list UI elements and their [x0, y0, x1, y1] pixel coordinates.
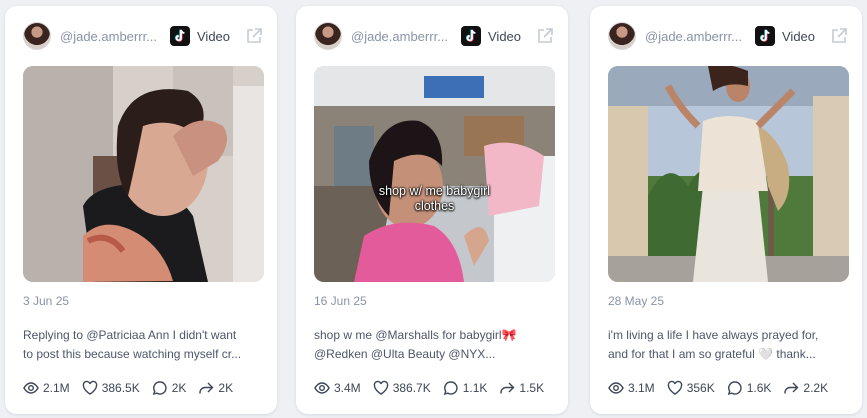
comments-stat: 1.1K	[443, 380, 488, 396]
post-card[interactable]: @jade.amberrr... Video 3 Jun 25 Replying…	[5, 6, 277, 414]
video-thumbnail[interactable]: shop w/ me babygirl clothes	[314, 66, 555, 282]
likes-stat: 386.7K	[373, 380, 431, 396]
post-card[interactable]: @jade.amberrr... Video shop w/ me babygi…	[296, 6, 568, 414]
caption-line: shop w me @Marshalls for babygirl🎀	[314, 328, 517, 342]
shares-count: 2.2K	[803, 381, 829, 395]
caption-line: and for that I am so grateful 🤍 thank...	[608, 347, 816, 361]
views-stat: 3.4M	[314, 380, 361, 396]
likes-stat: 386.5K	[82, 380, 140, 396]
caption-line: @Redken @Ulta Beauty @NYX...	[314, 347, 496, 361]
post-stats: 3.1M 356K 1.6K 2.2K	[608, 380, 840, 396]
share-icon	[199, 382, 214, 394]
external-link-icon[interactable]	[245, 27, 263, 45]
shares-count: 2K	[218, 381, 234, 395]
eye-icon	[608, 382, 624, 394]
caption-line: to post this because watching myself cr.…	[23, 347, 242, 361]
content-type-label: Video	[488, 28, 522, 44]
comments-stat: 2K	[152, 380, 187, 396]
tiktok-icon	[755, 26, 775, 46]
eye-icon	[314, 382, 330, 394]
external-link-icon[interactable]	[830, 27, 848, 45]
video-overlay-text: shop w/ me babygirl clothes	[378, 184, 491, 213]
heart-icon	[373, 380, 388, 395]
comments-count: 1.6K	[746, 381, 772, 395]
card-header: @jade.amberrr... Video	[608, 20, 848, 52]
post-card[interactable]: @jade.amberrr... Video 28 May 25 i'm liv…	[590, 6, 862, 414]
views-count: 2.1M	[43, 381, 70, 395]
username[interactable]: @jade.amberrr...	[60, 29, 164, 44]
avatar[interactable]	[314, 22, 342, 50]
post-date: 3 Jun 25	[23, 294, 70, 308]
shares-stat: 1.5K	[499, 380, 544, 396]
card-header: @jade.amberrr... Video	[23, 20, 263, 52]
likes-count: 386.5K	[101, 381, 140, 395]
username[interactable]: @jade.amberrr...	[645, 29, 749, 44]
comment-icon	[152, 381, 167, 396]
post-caption: i'm living a life I have always prayed f…	[608, 326, 852, 364]
post-caption: Replying to @Patriciaa Ann I didn't want…	[23, 326, 267, 364]
share-icon	[784, 382, 799, 394]
post-stats: 2.1M 386.5K 2K 2K	[23, 380, 245, 396]
avatar[interactable]	[608, 22, 636, 50]
username[interactable]: @jade.amberrr...	[351, 29, 455, 44]
post-date: 16 Jun 25	[314, 294, 367, 308]
caption-line: Replying to @Patriciaa Ann I didn't want	[23, 328, 237, 342]
content-type-label: Video	[197, 28, 231, 44]
caption-line: i'm living a life I have always prayed f…	[608, 328, 819, 342]
heart-icon	[82, 380, 97, 395]
post-date: 28 May 25	[608, 294, 665, 308]
views-count: 3.1M	[628, 381, 655, 395]
external-link-icon[interactable]	[536, 27, 554, 45]
shares-stat: 2.2K	[783, 380, 828, 396]
views-stat: 2.1M	[23, 380, 70, 396]
post-caption: shop w me @Marshalls for babygirl🎀 @Redk…	[314, 326, 558, 364]
likes-count: 386.7K	[392, 381, 431, 395]
shares-count: 1.5K	[519, 381, 545, 395]
card-header: @jade.amberrr... Video	[314, 20, 554, 52]
tiktok-icon	[461, 26, 481, 46]
tiktok-icon	[170, 26, 190, 46]
eye-icon	[23, 382, 39, 394]
comments-count: 2K	[171, 381, 187, 395]
likes-count: 356K	[686, 381, 715, 395]
post-stats: 3.4M 386.7K 1.1K 1.5K	[314, 380, 556, 396]
views-count: 3.4M	[334, 381, 361, 395]
views-stat: 3.1M	[608, 380, 655, 396]
comment-icon	[727, 381, 742, 396]
video-thumbnail[interactable]	[23, 66, 264, 282]
comments-count: 1.1K	[462, 381, 488, 395]
comment-icon	[443, 381, 458, 396]
likes-stat: 356K	[667, 380, 715, 396]
share-icon	[500, 382, 515, 394]
video-thumbnail[interactable]	[608, 66, 849, 282]
comments-stat: 1.6K	[727, 380, 772, 396]
content-type-label: Video	[782, 28, 816, 44]
avatar[interactable]	[23, 22, 51, 50]
heart-icon	[667, 380, 682, 395]
shares-stat: 2K	[198, 380, 233, 396]
